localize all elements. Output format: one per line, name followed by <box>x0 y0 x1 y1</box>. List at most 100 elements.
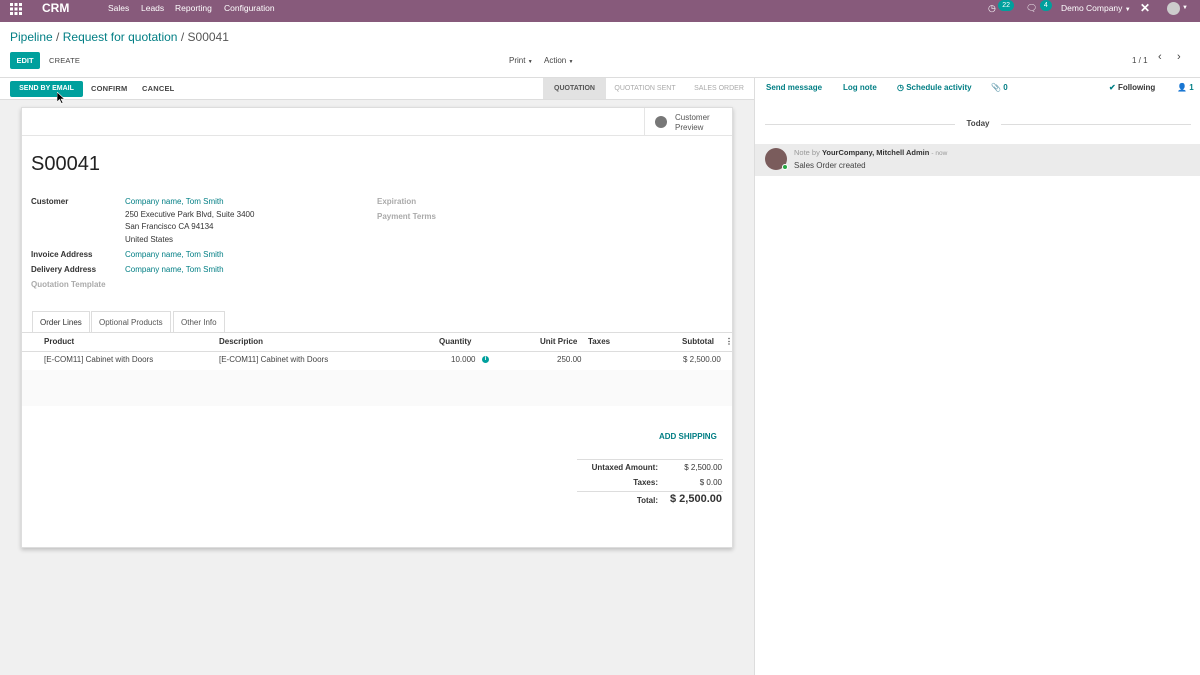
breadcrumb-rfq[interactable]: Request for quotation <box>63 30 178 44</box>
company-switcher[interactable]: Demo Company ▼ <box>1061 0 1131 22</box>
untaxed-amount-value: $ 2,500.00 <box>684 463 722 472</box>
totals-divider <box>577 459 723 460</box>
following-label: Following <box>1117 83 1156 92</box>
message-item: Note by YourCompany, Mitchell Admin - no… <box>755 144 1200 176</box>
company-name: Demo Company <box>1061 3 1123 13</box>
customer-preview-line2: Preview <box>675 123 704 132</box>
total-value: $ 2,500.00 <box>670 493 722 505</box>
customer-address-line2: San Francisco CA 94134 <box>125 222 214 231</box>
followers-button[interactable]: 👤 1 <box>1177 83 1194 92</box>
column-header-unit-price[interactable]: Unit Price <box>540 337 577 346</box>
followers-count: 1 <box>1189 83 1194 92</box>
activity-count-badge: 22 <box>998 0 1015 11</box>
breadcrumb-separator: / <box>180 30 185 44</box>
activity-menu[interactable]: ◷ 22 <box>988 0 1015 22</box>
caret-down-icon: ▼ <box>1124 7 1131 13</box>
control-panel: Pipeline / Request for quotation / S0004… <box>0 22 1200 78</box>
notebook-tabs: Order Lines Optional Products Other Info <box>22 311 732 333</box>
schedule-activity-button[interactable]: ◷ Schedule activity <box>897 83 972 92</box>
table-empty-rows <box>22 370 732 406</box>
send-by-email-button[interactable]: SEND BY EMAIL <box>10 81 83 97</box>
user-caret-icon[interactable]: ▼ <box>1182 0 1188 22</box>
breadcrumb-separator: / <box>56 30 60 44</box>
column-header-description[interactable]: Description <box>219 337 263 346</box>
message-body: Sales Order created <box>794 161 866 170</box>
attachments-button[interactable]: 📎 0 <box>991 83 1008 92</box>
taxes-value: $ 0.00 <box>699 478 722 487</box>
pager-previous-icon[interactable]: ‹ <box>1158 51 1162 63</box>
info-icon[interactable]: i <box>482 356 489 363</box>
menu-reporting[interactable]: Reporting <box>175 0 212 22</box>
table-row[interactable]: [E-COM11] Cabinet with Doors [E-COM11] C… <box>22 352 732 370</box>
row-unit-price: 250.00 <box>557 355 582 364</box>
add-shipping-button[interactable]: ADD SHIPPING <box>659 432 717 441</box>
user-icon: 👤 <box>1177 83 1187 92</box>
breadcrumb-pipeline[interactable]: Pipeline <box>10 30 53 44</box>
date-separator: Today <box>966 119 990 128</box>
tab-optional-products[interactable]: Optional Products <box>91 311 171 333</box>
caret-down-icon: ▼ <box>527 59 533 65</box>
invoice-address-field[interactable]: Company name, Tom Smith <box>125 250 224 259</box>
paperclip-icon: 📎 <box>991 83 1001 92</box>
stage-quotation-sent[interactable]: QUOTATION SENT <box>608 78 682 99</box>
cancel-button[interactable]: CANCEL <box>142 81 174 97</box>
expiration-label: Expiration <box>377 197 417 206</box>
total-label: Total: <box>636 496 658 505</box>
menu-sales[interactable]: Sales <box>108 0 129 22</box>
pager-next-icon[interactable]: › <box>1177 51 1181 63</box>
following-button[interactable]: ✔ Following <box>1109 83 1155 92</box>
column-header-product[interactable]: Product <box>44 337 74 346</box>
status-bar: SEND BY EMAIL CONFIRM CANCEL QUOTATION Q… <box>0 78 754 100</box>
menu-leads[interactable]: Leads <box>141 0 164 22</box>
send-message-button[interactable]: Send message <box>766 83 822 92</box>
confirm-button[interactable]: CONFIRM <box>91 81 127 97</box>
caret-down-icon: ▼ <box>568 59 574 65</box>
breadcrumb: Pipeline / Request for quotation / S0004… <box>10 30 229 44</box>
app-name[interactable]: CRM <box>42 0 69 22</box>
messaging-menu[interactable]: 🗨 4 <box>1026 0 1052 22</box>
optional-columns-icon[interactable]: ⋮ <box>725 337 733 346</box>
message-count-badge: 4 <box>1039 0 1052 11</box>
check-icon: ✔ <box>1109 83 1116 92</box>
customer-field[interactable]: Company name, Tom Smith <box>125 197 224 206</box>
mouse-cursor-icon <box>57 92 65 104</box>
order-name: S00041 <box>31 153 100 175</box>
close-icon[interactable]: ✕ <box>1140 0 1150 22</box>
invoice-address-label: Invoice Address <box>31 250 93 259</box>
customer-preview-label: Customer Preview <box>675 113 710 133</box>
message-author[interactable]: YourCompany, Mitchell Admin <box>822 148 929 157</box>
date-separator-line <box>1001 124 1191 125</box>
print-dropdown[interactable]: Print ▼ <box>509 52 533 69</box>
tab-other-info[interactable]: Other Info <box>173 311 225 333</box>
customer-preview-line1: Customer <box>675 113 710 122</box>
row-subtotal: $ 2,500.00 <box>683 355 721 364</box>
stage-quotation[interactable]: QUOTATION <box>543 78 606 99</box>
action-label: Action <box>544 56 567 65</box>
log-note-button[interactable]: Log note <box>843 83 877 92</box>
column-header-taxes[interactable]: Taxes <box>588 337 610 346</box>
online-status-icon <box>782 164 788 170</box>
column-header-quantity[interactable]: Quantity <box>439 337 471 346</box>
column-header-subtotal[interactable]: Subtotal <box>682 337 714 346</box>
order-lines-header: Product Description Quantity Unit Price … <box>22 337 733 351</box>
payment-terms-label: Payment Terms <box>377 212 436 221</box>
message-time: - now <box>931 150 948 157</box>
tab-order-lines[interactable]: Order Lines <box>32 311 90 333</box>
button-box <box>22 108 732 136</box>
message-header: Note by YourCompany, Mitchell Admin - no… <box>794 148 947 157</box>
tab-divider <box>22 332 732 333</box>
delivery-address-label: Delivery Address <box>31 265 97 274</box>
message-prefix: Note by <box>794 148 820 157</box>
user-avatar[interactable] <box>1167 2 1180 15</box>
action-dropdown[interactable]: Action ▼ <box>544 52 573 69</box>
pager-value[interactable]: 1 / 1 <box>1132 52 1148 69</box>
menu-configuration[interactable]: Configuration <box>224 0 275 22</box>
create-button[interactable]: CREATE <box>49 52 80 69</box>
delivery-address-field[interactable]: Company name, Tom Smith <box>125 265 224 274</box>
customer-preview-button[interactable]: Customer Preview <box>644 108 732 136</box>
edit-button[interactable]: EDIT <box>10 52 40 69</box>
stage-sales-order[interactable]: SALES ORDER <box>688 78 750 99</box>
chatter-panel: Send message Log note ◷ Schedule activit… <box>754 78 1200 675</box>
print-label: Print <box>509 56 526 65</box>
attachments-count: 0 <box>1003 83 1008 92</box>
